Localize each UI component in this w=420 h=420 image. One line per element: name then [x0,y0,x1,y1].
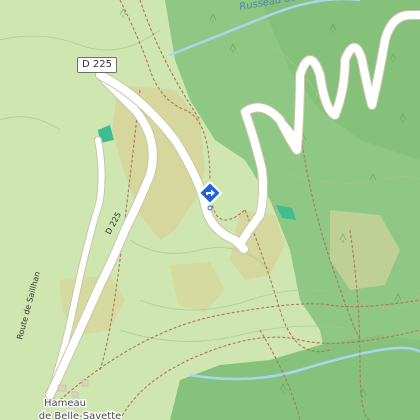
hamlet-label-line1: Hameau [44,398,86,409]
map-view[interactable]: Russeau de la Mède D 225 Route de Saillh… [0,0,420,420]
road-number-badge: D 225 [77,57,117,73]
directions-diamond-icon [197,181,223,211]
hamlet-label-line2: de Belle-Savette [39,411,122,420]
directions-marker[interactable] [197,181,223,211]
